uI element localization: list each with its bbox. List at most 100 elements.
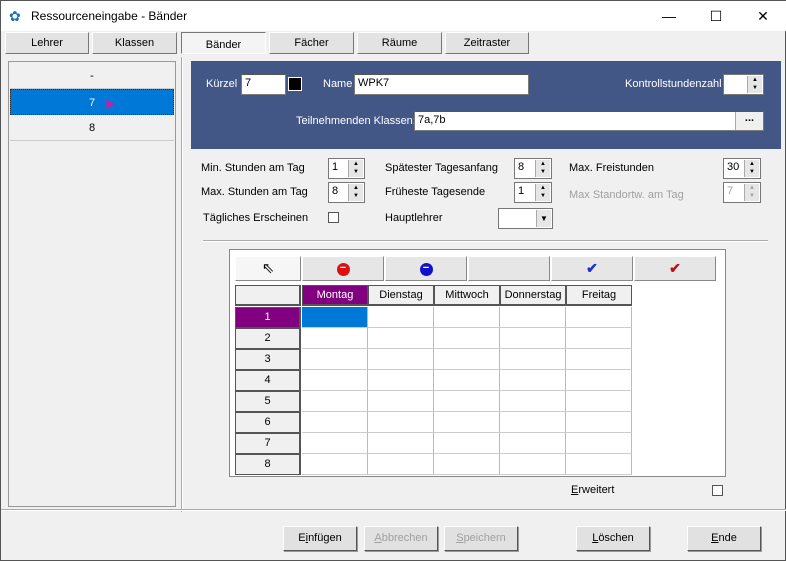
list-item[interactable]: - <box>10 63 174 89</box>
spinner-arrows-icon[interactable]: ▲ ▼ <box>348 184 363 201</box>
timetable-cell[interactable] <box>434 433 500 454</box>
close-button[interactable]: ✕ <box>740 1 786 31</box>
tab-faecher[interactable]: Fächer <box>269 32 354 54</box>
day-header[interactable]: Freitag <box>566 285 632 306</box>
taeglich-checkbox[interactable] <box>328 212 339 223</box>
loeschen-button[interactable]: Löschen <box>576 526 650 551</box>
timetable-cell[interactable] <box>500 370 566 391</box>
spinner-arrows-icon[interactable]: ▲ ▼ <box>747 76 762 93</box>
period-header[interactable]: 4 <box>235 370 301 391</box>
pointer-tool-button[interactable]: ⇖ <box>235 256 301 281</box>
timetable-cell[interactable] <box>500 328 566 349</box>
timetable-cell[interactable] <box>368 412 434 433</box>
spinner-arrows-icon[interactable]: ▲ ▼ <box>535 184 550 201</box>
timetable-cell[interactable] <box>368 391 434 412</box>
timetable-cell[interactable] <box>368 307 434 328</box>
band-list[interactable]: - 7 ➤ 8 <box>8 61 176 507</box>
spinner-arrows-icon[interactable]: ▲ ▼ <box>535 160 550 177</box>
timetable-cell[interactable] <box>368 370 434 391</box>
splitter[interactable] <box>181 57 183 512</box>
period-header[interactable]: 6 <box>235 412 301 433</box>
abbrechen-button[interactable]: Abbrechen <box>364 526 438 551</box>
period-header[interactable]: 2 <box>235 328 301 349</box>
kontroll-spinner[interactable]: ▲ ▼ <box>723 74 764 95</box>
timetable-cell[interactable] <box>368 454 434 475</box>
timetable-cell[interactable] <box>434 328 500 349</box>
timetable-cell[interactable] <box>302 391 368 412</box>
day-header[interactable]: Donnerstag <box>500 285 566 306</box>
tab-raeume[interactable]: Räume <box>357 32 442 54</box>
timetable-cell[interactable] <box>302 328 368 349</box>
spinner-arrows-icon[interactable]: ▲ ▼ <box>744 160 759 177</box>
max-spinner[interactable]: 8 ▲ ▼ <box>328 182 365 203</box>
frueh-spinner[interactable]: 1 ▲ ▼ <box>514 182 552 203</box>
tab-baender[interactable]: Bänder <box>181 32 266 54</box>
klassen-input[interactable]: 7a,7b ... <box>414 111 764 131</box>
timetable-cell[interactable] <box>566 433 632 454</box>
timetable-cell[interactable] <box>302 433 368 454</box>
timetable-cell[interactable] <box>566 412 632 433</box>
cursor-icon: ➤ <box>103 96 116 113</box>
blue-minus-button[interactable]: − <box>385 256 467 281</box>
erweitert-checkbox[interactable] <box>712 485 723 496</box>
timetable-cell[interactable] <box>500 349 566 370</box>
color-swatch[interactable] <box>288 77 302 91</box>
tab-zeitraster[interactable]: Zeitraster <box>445 32 529 54</box>
day-header[interactable]: Mittwoch <box>434 285 500 306</box>
period-header[interactable]: 1 <box>235 307 301 328</box>
timetable-cell[interactable] <box>500 454 566 475</box>
timetable-cell[interactable] <box>566 328 632 349</box>
timetable-cell[interactable] <box>566 307 632 328</box>
minimize-button[interactable]: — <box>646 1 692 31</box>
ende-button[interactable]: Ende <box>687 526 761 551</box>
timetable-cell[interactable] <box>434 370 500 391</box>
day-header[interactable]: Montag <box>302 285 368 306</box>
min-spinner[interactable]: 1 ▲ ▼ <box>328 158 365 179</box>
frei-spinner[interactable]: 30 ▲ ▼ <box>723 158 761 179</box>
timetable-cell[interactable] <box>500 433 566 454</box>
timetable-cell[interactable] <box>434 454 500 475</box>
day-header[interactable]: Dienstag <box>368 285 434 306</box>
list-item-selected[interactable]: 7 <box>10 89 174 115</box>
einfuegen-button[interactable]: Einfügen <box>283 526 357 551</box>
spaet-spinner[interactable]: 8 ▲ ▼ <box>514 158 552 179</box>
timetable-cell[interactable] <box>500 307 566 328</box>
timetable-cell[interactable] <box>500 391 566 412</box>
timetable-cell[interactable] <box>434 412 500 433</box>
name-input[interactable]: WPK7 <box>354 74 529 95</box>
period-header[interactable]: 8 <box>235 454 301 475</box>
chevron-down-icon[interactable]: ▼ <box>536 210 551 227</box>
red-check-button[interactable]: ✔ <box>634 256 716 281</box>
timetable-cell[interactable] <box>566 349 632 370</box>
timetable-cell[interactable] <box>500 412 566 433</box>
period-header[interactable]: 5 <box>235 391 301 412</box>
timetable-cell[interactable] <box>434 349 500 370</box>
timetable-cell[interactable] <box>302 412 368 433</box>
empty-tool-button[interactable] <box>468 256 550 281</box>
browse-button[interactable]: ... <box>735 112 763 130</box>
timetable-cell[interactable] <box>302 454 368 475</box>
timetable-cell[interactable] <box>368 349 434 370</box>
tab-lehrer[interactable]: Lehrer <box>5 32 89 54</box>
period-header[interactable]: 7 <box>235 433 301 454</box>
red-minus-button[interactable]: − <box>302 256 384 281</box>
speichern-button[interactable]: Speichern <box>444 526 518 551</box>
timetable-cell[interactable] <box>302 370 368 391</box>
timetable-cell[interactable] <box>302 349 368 370</box>
kuerzel-input[interactable]: 7 <box>241 74 286 95</box>
timetable-cell[interactable] <box>368 328 434 349</box>
spinner-arrows-icon[interactable]: ▲ ▼ <box>348 160 363 177</box>
timetable-cell[interactable] <box>434 307 500 328</box>
blue-check-button[interactable]: ✔ <box>551 256 633 281</box>
timetable-cell[interactable] <box>566 391 632 412</box>
timetable-cell[interactable] <box>368 433 434 454</box>
timetable-cell[interactable] <box>566 370 632 391</box>
timetable-cell[interactable] <box>566 454 632 475</box>
tab-klassen[interactable]: Klassen <box>92 32 177 54</box>
period-header[interactable]: 3 <box>235 349 301 370</box>
list-item[interactable]: 8 <box>10 115 174 141</box>
maximize-button[interactable]: ☐ <box>693 1 739 31</box>
timetable-cell[interactable] <box>434 391 500 412</box>
timetable-cell[interactable] <box>302 307 368 328</box>
hauptlehrer-combo[interactable]: ▼ <box>498 208 553 229</box>
